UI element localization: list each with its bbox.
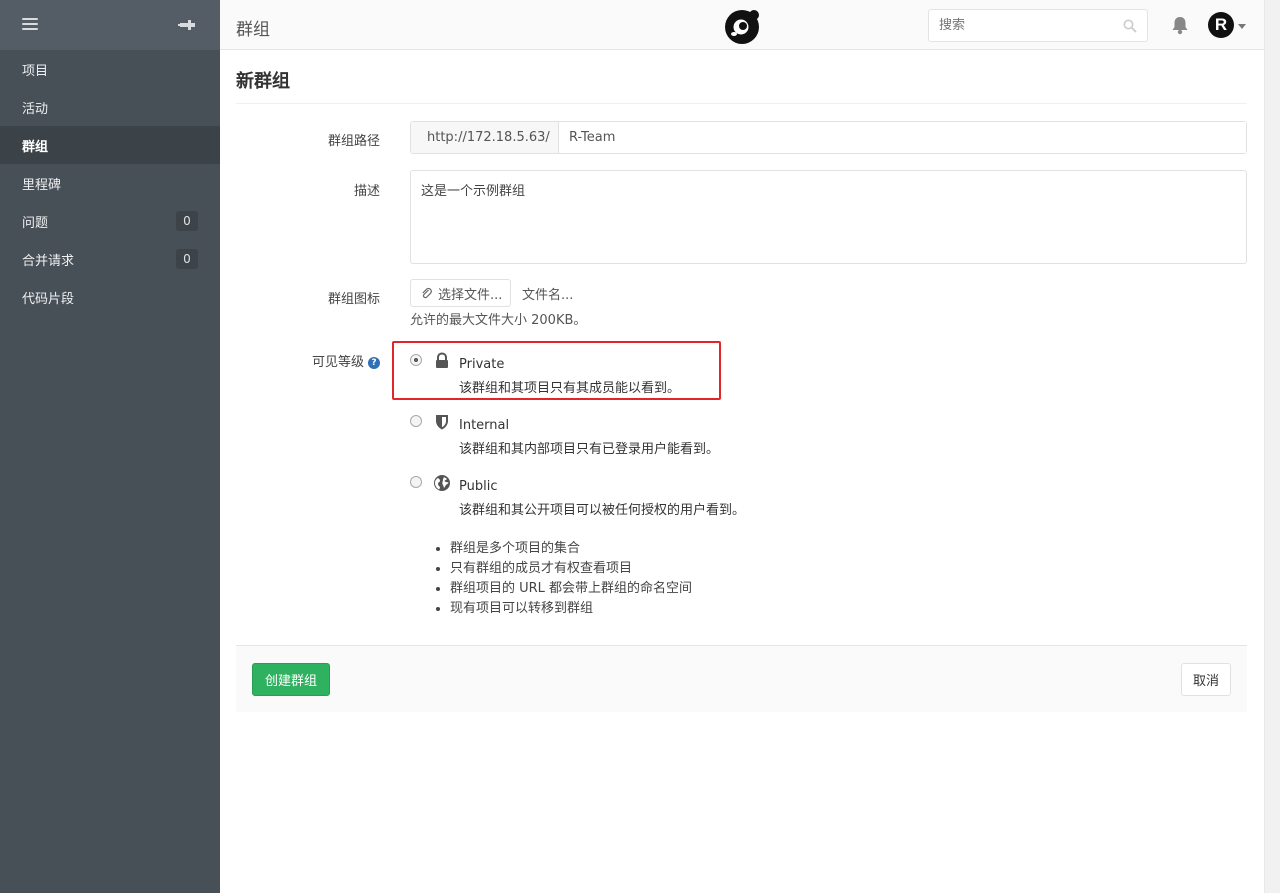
group-avatar-label: 群组图标 bbox=[327, 292, 380, 307]
scrollbar[interactable] bbox=[1264, 0, 1280, 893]
sidebar-item-milestones[interactable]: 里程碑 bbox=[0, 164, 220, 202]
description-label: 描述 bbox=[353, 184, 380, 199]
menu-toggle-icon[interactable] bbox=[22, 18, 38, 32]
sidebar-item-label: 群组 bbox=[22, 139, 49, 155]
form-actions: 创建群组 取消 bbox=[236, 645, 1247, 712]
public-name: Public bbox=[459, 479, 498, 494]
pin-icon[interactable] bbox=[178, 17, 196, 33]
visibility-label-group: 可见等级? bbox=[312, 351, 380, 370]
path-input-group: http://172.18.5.63/ bbox=[410, 121, 1247, 154]
issues-count-badge: 0 bbox=[176, 211, 198, 231]
create-group-button[interactable]: 创建群组 bbox=[252, 663, 330, 696]
header-title: 群组 bbox=[236, 20, 270, 40]
help-icon[interactable]: ? bbox=[368, 357, 380, 369]
sidebar-item-label: 合并请求 bbox=[22, 253, 75, 269]
internal-radio[interactable] bbox=[410, 415, 422, 427]
public-radio[interactable] bbox=[410, 476, 422, 488]
search-box bbox=[928, 9, 1148, 42]
globe-icon bbox=[434, 475, 450, 491]
sidebar-nav: 项目 活动 群组 里程碑 问题 0 合并请求 0 代码片段 bbox=[0, 50, 220, 316]
sidebar-item-label: 里程碑 bbox=[22, 177, 62, 193]
file-size-hint: 允许的最大文件大小 200KB。 bbox=[410, 313, 587, 328]
public-description: 该群组和其公开项目可以被任何授权的用户看到。 bbox=[459, 503, 746, 518]
path-label: 群组路径 bbox=[327, 134, 380, 149]
cancel-button[interactable]: 取消 bbox=[1181, 663, 1231, 696]
search-icon[interactable] bbox=[1123, 19, 1137, 33]
top-header: 群组 R bbox=[220, 0, 1264, 50]
group-path-input[interactable] bbox=[559, 122, 1246, 153]
merge-requests-count-badge: 0 bbox=[176, 249, 198, 269]
sidebar-item-activity[interactable]: 活动 bbox=[0, 88, 220, 126]
sidebar-item-label: 问题 bbox=[22, 215, 49, 231]
sidebar-item-projects[interactable]: 项目 bbox=[0, 50, 220, 88]
sidebar-item-issues[interactable]: 问题 0 bbox=[0, 202, 220, 240]
file-name-text: 文件名... bbox=[522, 288, 574, 303]
lock-icon bbox=[436, 352, 448, 368]
private-name: Private bbox=[459, 357, 505, 372]
paperclip-icon bbox=[422, 287, 432, 298]
logo-icon[interactable] bbox=[723, 7, 761, 45]
bell-icon[interactable] bbox=[1171, 16, 1189, 35]
sidebar: 项目 活动 群组 里程碑 问题 0 合并请求 0 代码片段 bbox=[0, 0, 220, 893]
group-info-list: 群组是多个项目的集合 只有群组的成员才有权查看项目 群组项目的 URL 都会带上… bbox=[450, 539, 692, 619]
list-item: 只有群组的成员才有权查看项目 bbox=[450, 559, 692, 579]
choose-file-label: 选择文件... bbox=[438, 287, 503, 303]
sidebar-item-groups[interactable]: 群组 bbox=[0, 126, 220, 164]
chevron-down-icon[interactable] bbox=[1238, 24, 1246, 29]
search-input[interactable] bbox=[929, 10, 1109, 41]
sidebar-item-label: 代码片段 bbox=[22, 291, 75, 307]
list-item: 群组项目的 URL 都会带上群组的命名空间 bbox=[450, 579, 692, 599]
main-content: 新群组 群组路径 http://172.18.5.63/ 描述 这是一个示例群组… bbox=[236, 50, 1247, 712]
private-radio[interactable] bbox=[410, 354, 422, 366]
private-description: 该群组和其项目只有其成员能以看到。 bbox=[459, 381, 681, 396]
page-title: 新群组 bbox=[236, 50, 1247, 104]
path-prefix: http://172.18.5.63/ bbox=[411, 122, 559, 153]
sidebar-item-label: 活动 bbox=[22, 101, 49, 117]
list-item: 群组是多个项目的集合 bbox=[450, 539, 692, 559]
internal-description: 该群组和其内部项目只有已登录用户能看到。 bbox=[459, 442, 720, 457]
sidebar-item-label: 项目 bbox=[22, 63, 49, 79]
choose-file-button[interactable]: 选择文件... bbox=[410, 279, 511, 307]
internal-name: Internal bbox=[459, 418, 510, 433]
sidebar-header bbox=[0, 0, 220, 50]
visibility-label: 可见等级 bbox=[311, 355, 364, 370]
sidebar-item-snippets[interactable]: 代码片段 bbox=[0, 278, 220, 316]
list-item: 现有项目可以转移到群组 bbox=[450, 599, 692, 619]
avatar[interactable]: R bbox=[1208, 12, 1234, 38]
description-textarea[interactable]: 这是一个示例群组 bbox=[410, 170, 1247, 264]
shield-icon bbox=[436, 415, 448, 430]
sidebar-item-merge-requests[interactable]: 合并请求 0 bbox=[0, 240, 220, 278]
